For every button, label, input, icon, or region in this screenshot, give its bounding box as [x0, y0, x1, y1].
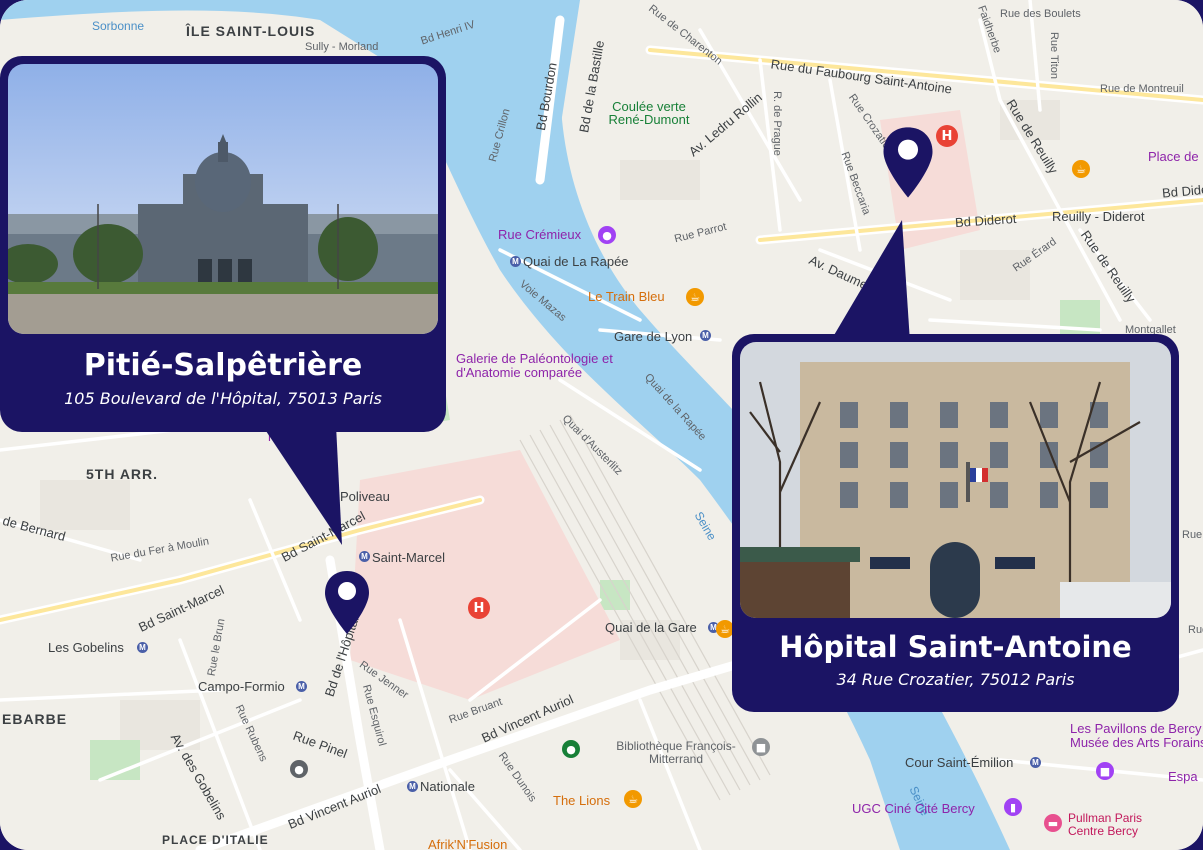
metro-station-label: Saint-Marcel	[372, 550, 445, 565]
poi-label: Les Pavillons de Bercy - Musée des Arts …	[1070, 721, 1203, 750]
street-label: Rue	[1182, 529, 1203, 541]
poi-label: Afrik'N'Fusion	[428, 837, 508, 850]
poi-label: UGC Ciné Cité Bercy	[852, 801, 975, 816]
poi-label: Coulée verte René-Dumont	[608, 99, 690, 127]
metro-icon: M	[296, 681, 307, 692]
metro-station-label: Cour Saint-Émilion	[905, 755, 1014, 770]
park-icon[interactable]: ●	[562, 740, 580, 758]
map-pin-icon[interactable]	[322, 568, 372, 638]
hospital-name: Pitié-Salpêtrière	[83, 348, 363, 383]
street-label: Sully - Morland	[305, 41, 379, 53]
hospital-card-pitie-salpetriere[interactable]: Pitié-Salpêtrière 105 Boulevard de l'Hôp…	[0, 56, 446, 432]
hospital-card-saint-antoine[interactable]: Hôpital Saint-Antoine 34 Rue Crozatier, …	[732, 334, 1179, 712]
street-label: Rue des Boulets	[1000, 8, 1081, 20]
museum-icon[interactable]: ■	[752, 738, 770, 756]
district-place-italie: PLACE D'ITALIE	[162, 833, 269, 847]
poi-label: The Lions	[553, 793, 611, 808]
restaurant-icon[interactable]: ☕	[686, 288, 704, 306]
hospital-address: 105 Boulevard de l'Hôpital, 75013 Paris	[64, 389, 382, 408]
metro-station-label: Les Gobelins	[48, 640, 124, 655]
street-label: Rue Titon	[1048, 31, 1061, 80]
map-pin-icon[interactable]	[880, 124, 936, 202]
street-label: Poliveau	[340, 489, 390, 504]
metro-icon: M	[1030, 757, 1041, 768]
street-label: Place de	[1148, 149, 1199, 164]
street-label: Bd Diderot	[1161, 180, 1203, 201]
metro-icon: M	[510, 256, 521, 267]
hospital-address: 34 Rue Crozatier, 75012 Paris	[836, 670, 1075, 689]
hospital-icon[interactable]: H	[468, 597, 490, 619]
poi-label: Pullman Paris Centre Bercy	[1068, 811, 1143, 838]
hospital-photo-saint-antoine	[740, 342, 1171, 618]
river-label: Sorbonne	[92, 19, 145, 33]
hospital-photo-pitie-salpetriere	[8, 64, 438, 334]
hospital-icon[interactable]: H	[936, 125, 958, 147]
hotel-icon[interactable]: ▬	[1044, 814, 1062, 832]
restaurant-icon[interactable]: ☕	[1072, 160, 1090, 178]
street-label: Reuilly - Diderot	[1052, 209, 1145, 224]
metro-station-label: Campo-Formio	[198, 679, 285, 694]
place-icon[interactable]: ●	[290, 760, 308, 778]
poi-label: Rue Crémieux	[498, 227, 582, 242]
district-ebarbe: EBARBE	[2, 711, 68, 727]
poi-label: Espa	[1168, 769, 1198, 784]
restaurant-icon[interactable]: ☕	[624, 790, 642, 808]
poi-label: Le Train Bleu	[588, 289, 665, 304]
cinema-icon[interactable]: ▮	[1004, 798, 1022, 816]
metro-station-label: Quai de la Gare	[605, 620, 697, 635]
poi-label: Galerie de Paléontologie et d'Anatomie c…	[456, 351, 613, 380]
street-label: R. de Prague	[770, 91, 783, 156]
hospital-name: Hôpital Saint-Antoine	[779, 630, 1132, 664]
shopping-icon[interactable]: ●	[598, 226, 616, 244]
metro-station-label: Gare de Lyon	[614, 329, 693, 344]
district-5th-arr: 5TH ARR.	[86, 466, 159, 482]
district-ile-saint-louis: ÎLE SAINT-LOUIS	[186, 23, 316, 39]
metro-icon: M	[407, 781, 418, 792]
map-frame: ÎLE SAINT-LOUIS 5TH ARR. EBARBE PLACE D'…	[0, 0, 1203, 850]
metro-icon: M	[700, 330, 711, 341]
street-label: Rue de Montreuil	[1100, 83, 1184, 95]
museum-icon[interactable]: ■	[1096, 762, 1114, 780]
street-label: Rue	[1188, 624, 1203, 636]
metro-station-label: Nationale	[420, 779, 475, 794]
metro-icon: M	[137, 642, 148, 653]
map-infographic: ÎLE SAINT-LOUIS 5TH ARR. EBARBE PLACE D'…	[0, 0, 1203, 850]
metro-station-label: Quai de La Rapée	[523, 254, 629, 269]
metro-icon: M	[359, 551, 370, 562]
poi-label: Bibliothèque François-Mitterrand	[616, 739, 736, 766]
